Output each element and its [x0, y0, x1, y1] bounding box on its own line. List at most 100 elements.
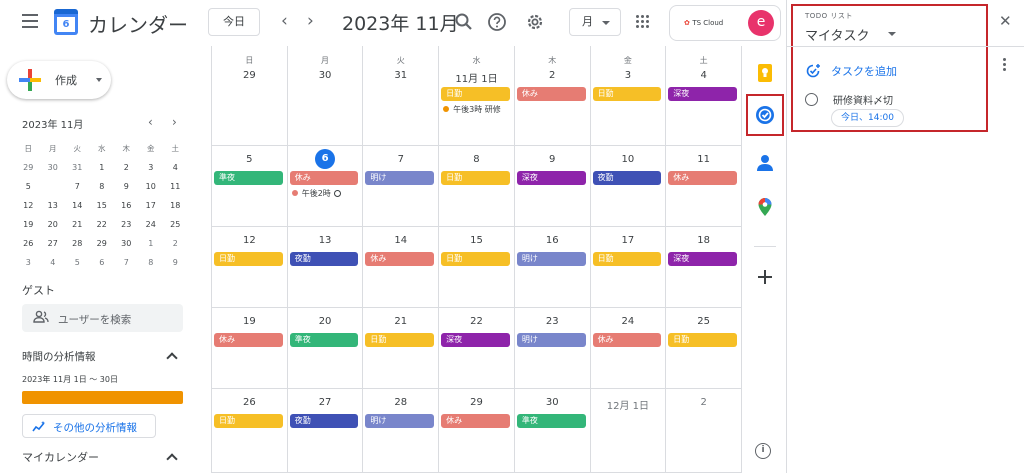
mini-day[interactable]: 22 [90, 215, 115, 234]
settings-gear-icon[interactable] [525, 12, 545, 32]
day-cell[interactable]: 水 11月 1日 日勤 午後3時 研修 [438, 46, 514, 146]
date-number[interactable]: 24 [591, 316, 666, 327]
more-insights-button[interactable]: その他の分析情報 [22, 414, 156, 438]
event-chip[interactable]: 日勤 [441, 252, 510, 266]
day-cell[interactable]: 21 日勤 [362, 308, 439, 389]
view-mode-select[interactable]: 月 [569, 8, 621, 36]
mini-day[interactable]: 7 [65, 177, 90, 196]
event-chip[interactable]: 明け [516, 333, 586, 347]
date-number[interactable]: 5 [212, 154, 287, 165]
event-chip[interactable]: 休み [516, 87, 586, 101]
date-number[interactable]: 18 [666, 235, 741, 246]
event-chip[interactable]: 日勤 [668, 333, 737, 347]
event-chip[interactable]: 準夜 [214, 171, 283, 185]
event-chip[interactable]: 日勤 [592, 87, 662, 101]
mini-day[interactable]: 6 [41, 177, 66, 196]
day-cell[interactable]: 土 4 深夜 [665, 46, 741, 146]
tasks-icon[interactable] [754, 104, 776, 126]
day-cell[interactable]: 日 29 [211, 46, 287, 146]
date-number[interactable]: 27 [288, 397, 363, 408]
chevron-up-icon[interactable] [166, 352, 178, 364]
mini-day[interactable]: 3 [16, 253, 41, 272]
day-cell[interactable]: 30 準夜 [513, 389, 590, 473]
mini-day[interactable]: 5 [65, 253, 90, 272]
keep-icon[interactable] [754, 62, 776, 84]
date-number[interactable]: 2 [666, 397, 741, 408]
event-chip[interactable]: 休み [441, 414, 510, 428]
mini-day[interactable]: 5 [16, 177, 41, 196]
date-number[interactable]: 22 [439, 316, 514, 327]
event-chip[interactable]: 日勤 [441, 171, 510, 185]
date-number[interactable]: 31 [363, 70, 438, 81]
mini-day[interactable]: 4 [163, 158, 188, 177]
event-chip[interactable]: 明け [365, 171, 435, 185]
mini-day[interactable]: 27 [41, 234, 66, 253]
mini-day[interactable]: 30 [41, 158, 66, 177]
task-list-selector[interactable]: マイタスク [805, 25, 869, 44]
maps-icon[interactable] [754, 196, 776, 218]
event-chip[interactable]: 準夜 [289, 333, 359, 347]
day-cell[interactable]: 12月 1日 [589, 389, 666, 473]
day-cell[interactable]: 23 明け [513, 308, 590, 389]
day-cell[interactable]: 金 3 日勤 [589, 46, 666, 146]
mini-day[interactable]: 10 [139, 177, 164, 196]
day-cell[interactable]: 5 準夜 [211, 146, 287, 227]
day-cell[interactable]: 15 日勤 [438, 227, 514, 308]
close-icon[interactable]: ✕ [999, 12, 1012, 30]
day-cell[interactable]: 13 夜勤 [286, 227, 363, 308]
timed-event[interactable]: 午後3時 研修 [443, 104, 512, 115]
date-number[interactable]: 25 [666, 316, 741, 327]
mini-day[interactable]: 11 [163, 177, 188, 196]
day-cell[interactable]: 27 夜勤 [286, 389, 363, 473]
date-number[interactable]: 30 [515, 397, 590, 408]
event-chip[interactable]: 明け [365, 414, 435, 428]
task-complete-checkbox[interactable] [805, 93, 818, 106]
mini-day[interactable]: 24 [139, 215, 164, 234]
task-due-chip[interactable]: 今日、14:00 [831, 109, 904, 127]
event-chip[interactable]: 休み [214, 333, 283, 347]
day-cell[interactable]: 8 日勤 [438, 146, 514, 227]
date-number[interactable]: 2 [515, 70, 590, 81]
mini-day[interactable]: 23 [114, 215, 139, 234]
date-number[interactable]: 10 [591, 154, 666, 165]
day-cell[interactable]: 6 休み 午後2時 [286, 146, 363, 227]
mini-day[interactable]: 15 [90, 196, 115, 215]
event-chip[interactable]: 休み [592, 333, 662, 347]
event-chip[interactable]: 夜勤 [289, 414, 359, 428]
day-cell[interactable]: 17 日勤 [589, 227, 666, 308]
mini-day[interactable]: 8 [90, 177, 115, 196]
mini-day[interactable]: 19 [16, 215, 41, 234]
day-cell[interactable]: 19 休み [211, 308, 287, 389]
mini-day[interactable]: 1 [90, 158, 115, 177]
date-number[interactable]: 23 [515, 316, 590, 327]
mini-day[interactable]: 4 [41, 253, 66, 272]
day-cell[interactable]: 25 日勤 [665, 308, 741, 389]
date-number[interactable]: 3 [591, 70, 666, 81]
mini-day[interactable]: 9 [114, 177, 139, 196]
day-cell[interactable]: 22 深夜 [438, 308, 514, 389]
info-icon[interactable]: i [755, 443, 771, 459]
event-chip[interactable]: 明け [516, 252, 586, 266]
date-number[interactable]: 8 [439, 154, 514, 165]
search-icon[interactable] [454, 12, 474, 32]
day-cell[interactable]: 9 深夜 [513, 146, 590, 227]
day-cell[interactable]: 28 明け [362, 389, 439, 473]
mini-day[interactable]: 1 [139, 234, 164, 253]
date-number[interactable]: 28 [363, 397, 438, 408]
date-number[interactable]: 21 [363, 316, 438, 327]
add-task-button[interactable]: タスクを追加 [805, 63, 897, 82]
mini-day[interactable]: 13 [41, 196, 66, 215]
mini-day[interactable]: 6 [90, 253, 115, 272]
avatar[interactable]: e [748, 10, 774, 36]
mini-day[interactable]: 20 [41, 215, 66, 234]
mini-day[interactable]: 2 [114, 158, 139, 177]
mini-day[interactable]: 14 [65, 196, 90, 215]
date-number[interactable]: 16 [515, 235, 590, 246]
event-chip[interactable]: 夜勤 [592, 171, 662, 185]
event-chip[interactable]: 深夜 [516, 171, 586, 185]
day-cell[interactable]: 24 休み [589, 308, 666, 389]
day-cell[interactable]: 7 明け [362, 146, 439, 227]
event-chip[interactable]: 準夜 [516, 414, 586, 428]
mini-day[interactable]: 7 [114, 253, 139, 272]
day-cell[interactable]: 11 休み [665, 146, 741, 227]
